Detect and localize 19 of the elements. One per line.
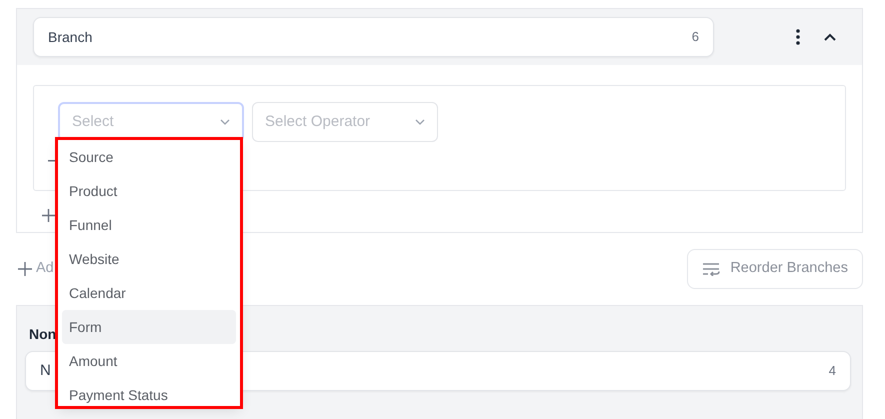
- plus-icon[interactable]: [42, 209, 55, 222]
- dropdown-option[interactable]: Funnel: [62, 208, 236, 242]
- collapse-icon[interactable]: [824, 33, 836, 41]
- dropdown-option[interactable]: Product: [62, 174, 236, 208]
- dropdown-option[interactable]: Source: [62, 140, 236, 174]
- branch-count: 6: [692, 28, 699, 46]
- branch-name-field[interactable]: Branch 6: [33, 17, 714, 57]
- dropdown-option[interactable]: Calendar: [62, 276, 236, 310]
- branch-heading: Non: [29, 325, 56, 344]
- chevron-down-icon: [415, 119, 425, 125]
- reorder-icon: [702, 262, 720, 276]
- branch-count: 4: [828, 362, 836, 380]
- more-options-icon[interactable]: [796, 29, 800, 45]
- dropdown-option[interactable]: Website: [62, 242, 236, 276]
- branch-name: N: [40, 360, 51, 381]
- plus-icon: [18, 262, 32, 276]
- chevron-down-icon: [220, 119, 230, 125]
- branch-name: Branch: [48, 28, 92, 46]
- dropdown-option[interactable]: Form: [62, 310, 236, 344]
